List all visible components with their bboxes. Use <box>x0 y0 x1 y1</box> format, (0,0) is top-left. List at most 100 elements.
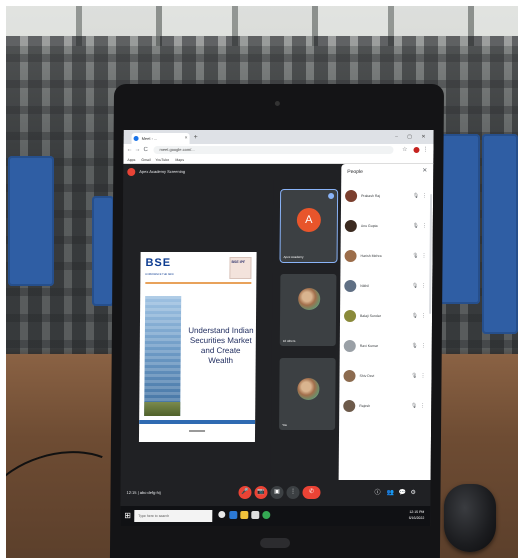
mic-muted-icon[interactable]: 🎙 <box>412 306 419 326</box>
participant-row[interactable]: Nikhil 🎙 ⋮ <box>344 276 428 298</box>
avatar <box>298 288 321 310</box>
slide-footer-bar <box>139 420 256 424</box>
mic-muted-icon[interactable]: 🎙 <box>413 186 420 206</box>
tile-name: 10 others <box>282 339 296 343</box>
close-icon[interactable]: ✕ <box>422 167 427 174</box>
participant-row[interactable]: Shiv Devi 🎙 ⋮ <box>343 366 427 388</box>
participant-name: Ravi Kumar <box>359 344 379 348</box>
building-lawn <box>144 402 181 416</box>
window-controls[interactable]: – ▢ ✕ <box>395 132 430 142</box>
people-panel-title: People <box>347 169 363 175</box>
participant-tile[interactable]: A Apex Academy <box>279 189 339 263</box>
participant-name: Anu Gupta <box>360 224 378 228</box>
mic-muted-icon[interactable]: 🎙 <box>412 276 419 296</box>
participant-name: Shiv Devi <box>359 374 375 378</box>
chat-icon[interactable]: 💬 <box>398 487 406 499</box>
webcam <box>274 101 280 106</box>
participant-tile[interactable]: 10 others <box>279 274 337 346</box>
blue-chair-right <box>438 134 480 304</box>
slide-footer-mark <box>189 430 206 432</box>
avatar <box>297 378 320 400</box>
participant-tiles: A Apex Academy 10 others You <box>270 180 341 500</box>
participant-name: Nikhil <box>360 284 369 288</box>
mic-muted-icon[interactable]: 🎙 <box>412 246 419 266</box>
more-options-icon[interactable]: ⋮ <box>420 396 425 416</box>
mic-muted-icon[interactable]: 🎙 <box>412 216 419 236</box>
more-options-icon[interactable]: ⋮ <box>421 336 426 356</box>
more-options-icon[interactable]: ⋮ <box>422 216 427 236</box>
meeting-time: 12:15 | abc-defg-hij <box>126 490 161 495</box>
info-icon[interactable]: ⓘ <box>374 487 380 499</box>
chrome-icon[interactable] <box>262 511 271 519</box>
computer-mouse <box>444 484 496 552</box>
profile-avatar[interactable] <box>413 147 420 153</box>
bookmark-star-icon[interactable]: ☆ <box>402 145 407 155</box>
people-scrollbar[interactable] <box>429 194 433 314</box>
file-explorer-icon[interactable] <box>240 511 249 519</box>
participant-row[interactable]: Prakash Raj 🎙 ⋮ <box>345 186 429 208</box>
more-options-icon[interactable]: ⋮ <box>421 306 426 326</box>
address-bar: ← → C meet.google.com/... ☆ ⋮ <box>123 144 434 156</box>
blue-chair-left-2 <box>92 196 114 306</box>
meet-header: Apex Academy Screening <box>123 164 342 180</box>
participant-tile[interactable]: You <box>279 358 336 430</box>
more-options-icon[interactable]: ⋮ <box>422 186 427 206</box>
blue-chair-right-2 <box>482 134 518 334</box>
browser-tab[interactable]: Meet - ... × <box>131 133 190 144</box>
back-icon[interactable]: ← <box>126 145 132 155</box>
meet-favicon-icon <box>133 136 139 141</box>
bookmark-item[interactable]: Maps <box>175 156 184 164</box>
participant-row[interactable]: Rajesh 🎙 ⋮ <box>343 396 427 418</box>
activities-icon[interactable]: ⚙ <box>410 487 415 499</box>
partner-logo-text: BSE IPF <box>231 260 246 264</box>
mic-muted-icon[interactable]: 🎙 <box>411 396 418 416</box>
bse-building-image <box>144 296 182 416</box>
more-options-button[interactable]: ⋮ <box>286 486 300 499</box>
end-call-button[interactable]: ✆ <box>302 486 321 499</box>
mic-muted-icon[interactable]: 🎙 <box>411 366 418 386</box>
avatar <box>344 220 357 232</box>
more-options-icon[interactable]: ⋮ <box>421 246 427 266</box>
laptop-brand-logo <box>260 538 291 548</box>
tab-close-icon[interactable]: × <box>185 133 188 144</box>
shared-slide: BSE EXPERIENCE THE NEW BSE IPF Understan… <box>138 252 257 442</box>
people-panel: People ✕ Prakash Raj 🎙 ⋮ Anu Gupta 🎙 ⋮ Harish … <box>338 164 434 480</box>
windows-taskbar: ⊞ Type here to search 12:15 PM 6/16/2022 <box>120 506 431 526</box>
participant-row[interactable]: Harish Mehra 🎙 ⋮ <box>344 246 428 268</box>
slide-divider <box>145 282 252 284</box>
participant-row[interactable]: Balaji Sundar 🎙 ⋮ <box>343 306 428 328</box>
mic-muted-icon[interactable]: 🎙 <box>411 336 418 356</box>
url-field[interactable]: meet.google.com/... <box>153 146 394 154</box>
browser-menu-icon[interactable]: ⋮ <box>422 145 428 155</box>
bookmarks-bar: Apps Gmail YouTube Maps <box>123 156 434 164</box>
windows-start-icon[interactable]: ⊞ <box>124 511 131 521</box>
blue-chair-left <box>8 156 54 286</box>
system-tray[interactable]: 12:15 PM 6/16/2022 <box>409 509 425 521</box>
people-icon[interactable]: 👥 <box>386 487 394 499</box>
laptop-screen: Meet - ... × + – ▢ ✕ ← → C meet.google.c… <box>120 130 434 526</box>
store-icon[interactable] <box>251 511 260 519</box>
more-options-icon[interactable]: ⋮ <box>420 366 425 386</box>
edge-icon[interactable] <box>229 511 238 519</box>
new-tab-icon[interactable]: + <box>194 132 198 143</box>
meeting-title: Apex Academy Screening <box>139 169 186 174</box>
present-button[interactable]: ▣ <box>270 486 284 499</box>
mic-toggle-button[interactable]: 🎤 <box>238 486 252 499</box>
camera-toggle-button[interactable]: 📷 <box>254 486 268 499</box>
participant-name: Balaji Sundar <box>360 314 381 318</box>
avatar <box>343 340 356 352</box>
bookmark-item[interactable]: Gmail <box>141 156 150 164</box>
forward-icon[interactable]: → <box>134 145 140 155</box>
avatar: A <box>296 208 321 232</box>
taskbar-search[interactable]: Type here to search <box>134 510 213 522</box>
bookmark-item[interactable]: Apps <box>127 156 135 164</box>
participant-row[interactable]: Ravi Kumar 🎙 ⋮ <box>343 336 428 358</box>
more-options-icon[interactable]: ⋮ <box>421 276 426 296</box>
reload-icon[interactable]: C <box>143 145 147 155</box>
participant-name: Harish Mehra <box>360 254 382 258</box>
avatar <box>344 250 357 262</box>
participant-row[interactable]: Anu Gupta 🎙 ⋮ <box>344 216 429 238</box>
avatar <box>344 280 357 292</box>
cortana-icon[interactable] <box>218 511 226 518</box>
bookmark-item[interactable]: YouTube <box>155 156 169 164</box>
